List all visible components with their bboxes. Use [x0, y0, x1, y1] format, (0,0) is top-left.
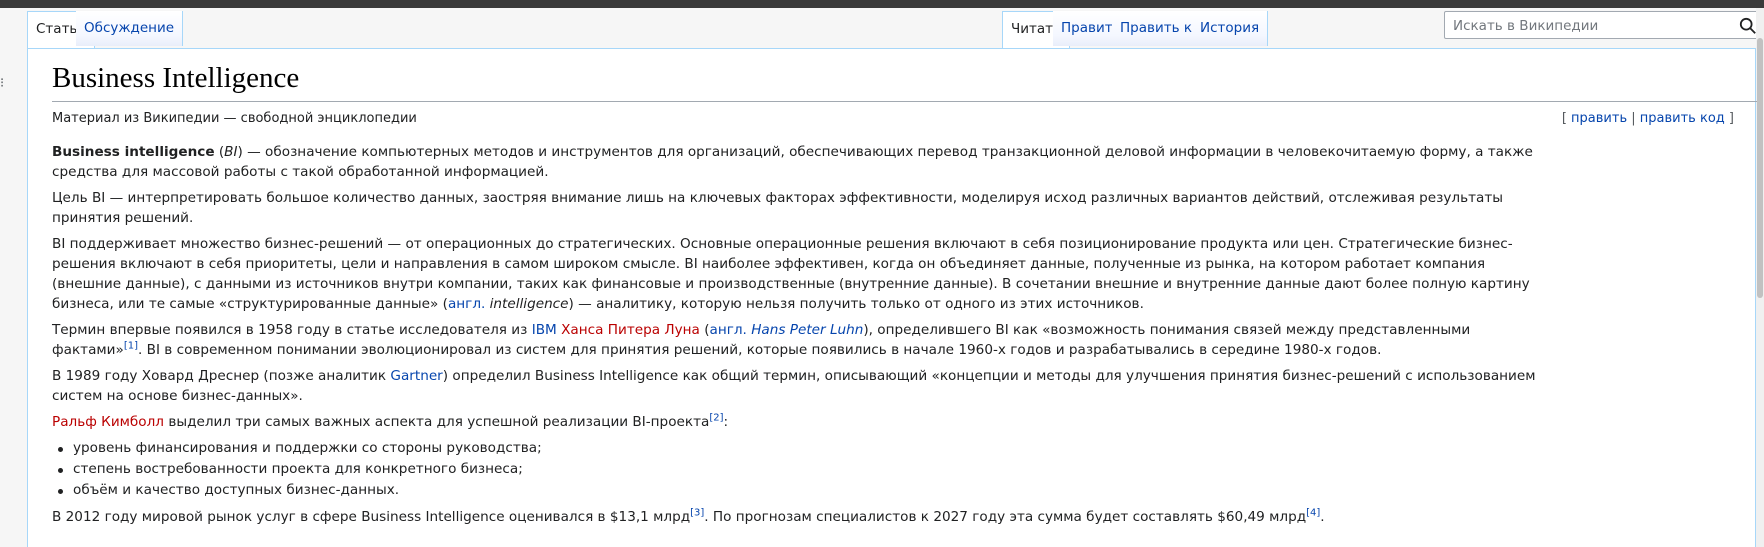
- term-bold: Business intelligence: [52, 144, 215, 160]
- reference-link[interactable]: [4]: [1306, 507, 1320, 518]
- lang-link[interactable]: англ.: [710, 322, 747, 338]
- article-content: Business Intelligence Материал из Википе…: [27, 48, 1757, 547]
- reference-link[interactable]: [2]: [709, 412, 723, 423]
- aspects-list: уровень финансирования и поддержки со ст…: [52, 438, 1542, 501]
- foreign-term: intelligence: [489, 296, 569, 312]
- abbr-italic: BI: [224, 144, 238, 160]
- text: ) — обозначение компьютерных методов и и…: [52, 144, 1533, 180]
- edit-link[interactable]: править: [1571, 111, 1627, 126]
- text: . По прогнозам специалистов к 2027 году …: [704, 509, 1307, 525]
- text: .: [1320, 509, 1325, 525]
- gartner-link[interactable]: Gartner: [390, 368, 442, 384]
- paragraph-market: В 2012 году мировой рынок услуг в сфере …: [52, 507, 1542, 527]
- bracket-open: [: [1561, 111, 1567, 126]
- reference-2[interactable]: [2]: [709, 412, 723, 423]
- text: В 2012 году мировой рынок услуг в сфере …: [52, 509, 691, 525]
- tab-history[interactable]: История: [1192, 11, 1269, 46]
- text: выделил три самых важных аспекта для усп…: [164, 414, 710, 430]
- text: ) — аналитику, которую нельзя получить т…: [568, 296, 1144, 312]
- text: . BI в современном понимании эволюционир…: [138, 342, 1382, 358]
- page-tabs-bar: Статья Обсуждение Читать Править Править…: [27, 8, 1764, 48]
- paragraph-intro: Business intelligence (BI) — обозначение…: [52, 142, 1542, 182]
- reference-4[interactable]: [4]: [1306, 507, 1320, 518]
- paragraph-goal: Цель BI — интерпретировать большое колич…: [52, 190, 1503, 226]
- article-body: Business intelligence (BI) — обозначение…: [52, 142, 1542, 533]
- kimball-redlink[interactable]: Ральф Кимболл: [52, 414, 164, 430]
- luhn-original-link[interactable]: Hans Peter Luhn: [751, 322, 863, 338]
- text: :: [723, 414, 729, 430]
- title-divider: [52, 101, 1757, 102]
- section-edit-links: [ править | править код ]: [1562, 111, 1734, 126]
- reference-link[interactable]: [1]: [124, 340, 138, 351]
- paragraph-dresner: В 1989 году Ховард Дреснер (позже аналит…: [52, 366, 1542, 406]
- sidebar-edge-glyph: ⁝: [0, 76, 5, 91]
- paragraph-kimball: Ральф Кимболл выделил три самых важных а…: [52, 412, 1542, 432]
- list-item: степень востребованности проекта для кон…: [58, 459, 1542, 480]
- page-title: Business Intelligence: [52, 62, 300, 94]
- text: Термин впервые появился в 1958 году в ст…: [52, 322, 532, 338]
- text: (: [699, 322, 710, 338]
- text: (: [214, 144, 225, 160]
- reference-1[interactable]: [1]: [124, 340, 138, 351]
- paragraph-support: BI поддерживает множество бизнес-решений…: [52, 234, 1542, 314]
- search-input[interactable]: [1451, 15, 1735, 37]
- search-box: [1444, 11, 1764, 39]
- list-item: объём и качество доступных бизнес-данных…: [58, 480, 1542, 501]
- edit-source-link[interactable]: править код: [1640, 111, 1725, 126]
- foreign-name: Hans Peter Luhn: [751, 322, 864, 338]
- reference-3[interactable]: [3]: [690, 507, 704, 518]
- ibm-link[interactable]: IBM: [532, 322, 557, 338]
- lang-link[interactable]: англ.: [448, 296, 485, 312]
- list-item: уровень финансирования и поддержки со ст…: [58, 438, 1542, 459]
- text: В 1989 году Ховард Дреснер (позже аналит…: [52, 368, 391, 384]
- paragraph-history: Термин впервые появился в 1958 году в ст…: [52, 320, 1542, 360]
- bracket-close: ]: [1728, 111, 1734, 126]
- luhn-redlink[interactable]: Ханса Питера Луна: [561, 322, 700, 338]
- edit-separator: |: [1631, 111, 1636, 126]
- scrollbar-thumb[interactable]: [1757, 38, 1763, 298]
- search-icon[interactable]: [1739, 17, 1757, 35]
- browser-top-strip: [0, 0, 1764, 8]
- tab-discussion[interactable]: Обсуждение: [76, 11, 184, 46]
- page-subtitle: Материал из Википедии — свободной энцикл…: [52, 111, 417, 126]
- reference-link[interactable]: [3]: [690, 507, 704, 518]
